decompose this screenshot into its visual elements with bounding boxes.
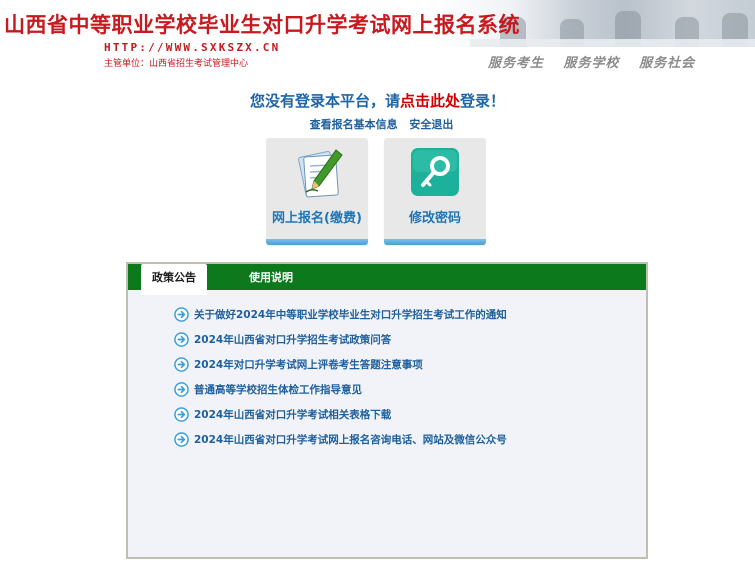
notice-item[interactable]: 2024年山西省对口升学招生考试政策问答 — [174, 327, 507, 352]
logout-link[interactable]: 安全退出 — [409, 118, 453, 131]
notice-item[interactable]: 关于做好2024年中等职业学校毕业生对口升学招生考试工作的通知 — [174, 302, 507, 327]
arrow-right-icon — [174, 307, 189, 322]
key-icon — [411, 148, 459, 196]
arrow-right-icon — [174, 332, 189, 347]
tab-user-guide[interactable]: 使用说明 — [232, 264, 310, 290]
notice-list: 关于做好2024年中等职业学校毕业生对口升学招生考试工作的通知 2024年山西省对… — [174, 302, 507, 452]
notice-item[interactable]: 2024年山西省对口升学考试相关表格下载 — [174, 402, 507, 427]
notice-item[interactable]: 2024年山西省对口升学考试网上报名咨询电话、网站及微信公众号 — [174, 427, 507, 452]
register-tile[interactable]: 网上报名(缴费) — [266, 138, 368, 245]
notice-item[interactable]: 2024年对口升学考试网上评卷考生答题注意事项 — [174, 352, 507, 377]
slogan-1: 服务考生 — [488, 56, 545, 71]
notice-item-title: 普通高等学校招生体检工作指导意见 — [194, 384, 362, 396]
notice-item-title: 2024年对口升学考试网上评卷考生答题注意事项 — [194, 359, 423, 371]
notice-item-title: 关于做好2024年中等职业学校毕业生对口升学招生考试工作的通知 — [194, 309, 507, 321]
change-password-label: 修改密码 — [408, 211, 461, 226]
notice-item[interactable]: 普通高等学校招生体检工作指导意见 — [174, 377, 507, 402]
notice-item-title: 2024年山西省对口升学招生考试政策问答 — [194, 334, 392, 346]
quick-links: 查看报名基本信息 安全退出 — [0, 116, 755, 132]
arrow-right-icon — [174, 357, 189, 372]
notice-item-title: 2024年山西省对口升学考试相关表格下载 — [194, 409, 392, 421]
organizer-text: 主管单位：山西省招生考试管理中心 — [104, 59, 249, 69]
site-url: HTTP://WWW.SXKSZX.CN — [104, 41, 281, 54]
login-link[interactable]: 点击此处 — [400, 92, 460, 110]
login-prompt-before: 您没有登录本平台，请 — [249, 92, 400, 110]
register-label: 网上报名(缴费) — [272, 211, 362, 226]
slogan-2: 服务学校 — [563, 56, 620, 71]
login-prompt: 您没有登录本平台，请点击此处登录！ — [0, 90, 755, 111]
system-title: 山西省中等职业学校毕业生对口升学考试网上报名系统 — [4, 13, 520, 37]
tab-policy-notices[interactable]: 政策公告 — [141, 264, 207, 295]
arrow-right-icon — [174, 382, 189, 397]
header-banner: 山西省中等职业学校毕业生对口升学考试网上报名系统 HTTP://WWW.SXKS… — [0, 0, 755, 75]
tab-bar: 政策公告 使用说明 — [128, 264, 646, 295]
slogans: 服务考生 服务学校 服务社会 — [488, 52, 709, 71]
change-password-tile[interactable]: 修改密码 — [384, 138, 486, 245]
notice-item-title: 2024年山西省对口升学考试网上报名咨询电话、网站及微信公众号 — [194, 434, 507, 446]
login-prompt-after: 登录！ — [460, 92, 506, 110]
arrow-right-icon — [174, 407, 189, 422]
slogan-3: 服务社会 — [639, 56, 696, 71]
view-info-link[interactable]: 查看报名基本信息 — [310, 118, 398, 131]
arrow-right-icon — [174, 432, 189, 447]
notice-panel: 政策公告 使用说明 关于做好2024年中等职业学校毕业生对口升学招生考试工作的通… — [126, 262, 648, 559]
pen-paper-icon — [298, 149, 343, 198]
